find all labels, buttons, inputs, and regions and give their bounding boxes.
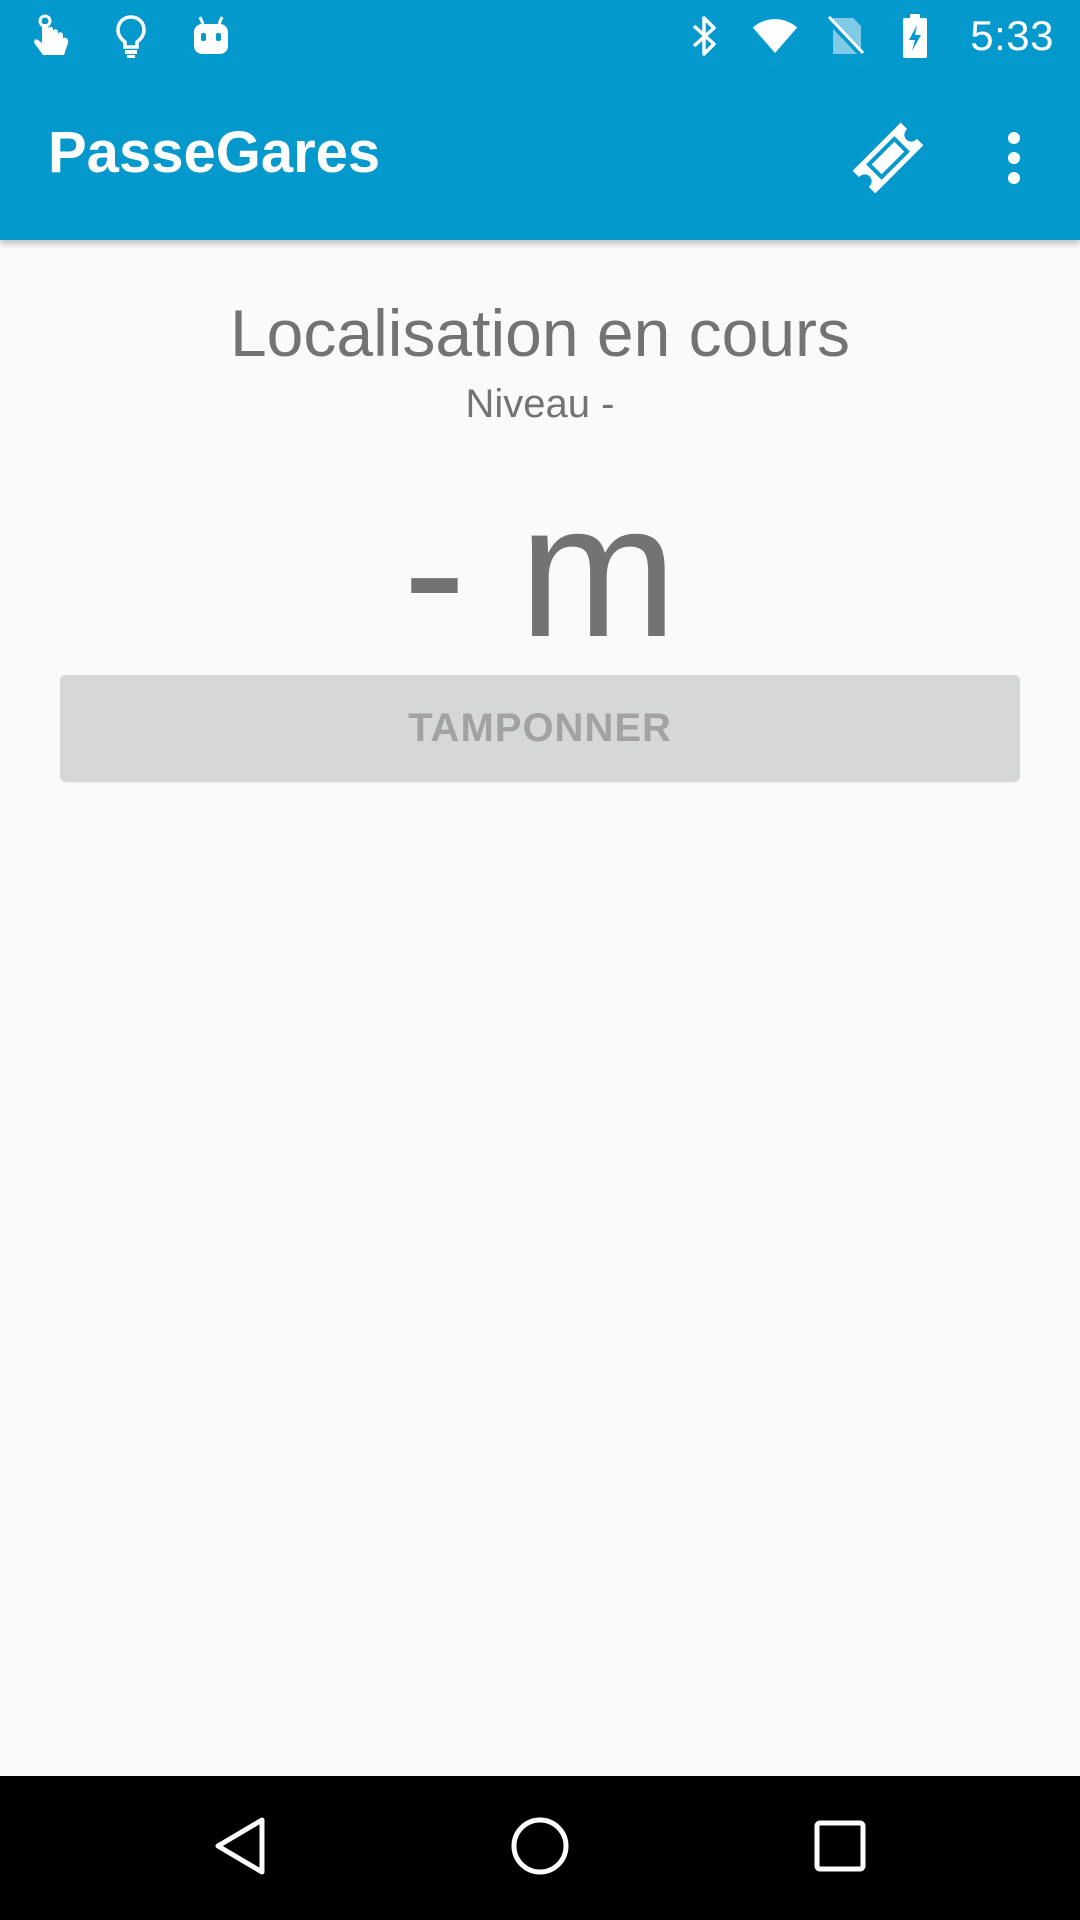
stamp-button[interactable]: TAMPONNER — [60, 675, 1020, 782]
overflow-menu-button[interactable] — [990, 112, 1038, 208]
no-sim-icon — [822, 13, 868, 59]
bluetooth-icon — [682, 13, 728, 59]
back-button[interactable] — [190, 1798, 290, 1898]
status-bar: 5:33 — [0, 0, 1080, 72]
android-debug-icon — [188, 13, 234, 59]
system-status-icons: 5:33 — [682, 10, 1054, 62]
ticket-icon — [848, 118, 928, 203]
notification-icons — [28, 10, 234, 62]
app-bar: PasseGares — [0, 72, 1080, 240]
touch-hand-icon — [28, 13, 74, 59]
home-button[interactable] — [490, 1798, 590, 1898]
navigation-bar — [0, 1776, 1080, 1920]
main-content: Localisation en cours Niveau - - m TAMPO… — [0, 240, 1080, 1776]
level-text: Niveau - — [465, 382, 615, 426]
battery-charging-icon — [892, 13, 938, 59]
status-time: 5:33 — [970, 12, 1054, 59]
distance-text: - m — [402, 465, 678, 677]
recents-icon — [813, 1819, 867, 1878]
recents-button[interactable] — [790, 1798, 890, 1898]
location-status-title: Localisation en cours — [229, 296, 851, 370]
back-icon — [212, 1816, 268, 1881]
wifi-icon — [752, 13, 798, 59]
more-vert-icon — [1006, 131, 1022, 189]
screen: 5:33 PasseGares Localisation en cours Ni… — [0, 0, 1080, 1920]
app-title: PasseGares — [48, 120, 381, 185]
home-icon — [510, 1816, 570, 1881]
lightbulb-icon — [108, 13, 154, 59]
ticket-button[interactable] — [840, 112, 936, 208]
